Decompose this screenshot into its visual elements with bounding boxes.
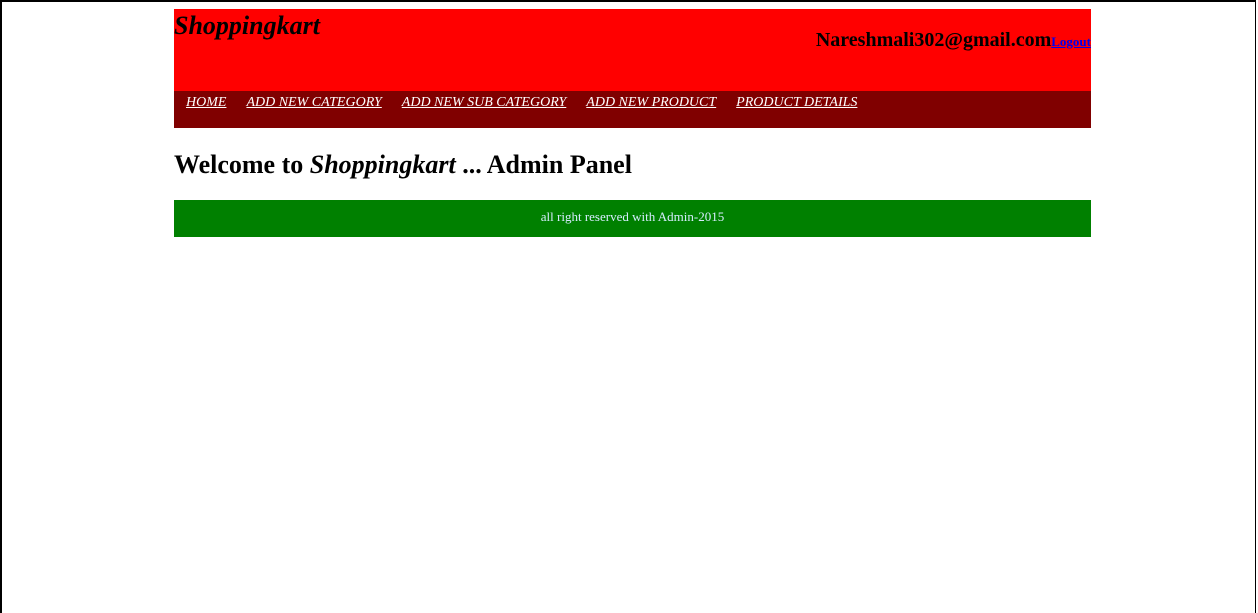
welcome-suffix: ... Admin Panel	[455, 150, 632, 179]
user-area: Nareshmali302@gmail.comLogout	[816, 29, 1091, 52]
welcome-prefix: Welcome to	[174, 150, 310, 179]
page-container: Shoppingkart Nareshmali302@gmail.comLogo…	[174, 9, 1091, 237]
site-footer: all right reserved with Admin-2015	[174, 200, 1091, 237]
nav-link-add-new-category[interactable]: ADD NEW CATEGORY	[246, 94, 381, 112]
nav-link-add-new-product[interactable]: ADD NEW PRODUCT	[586, 94, 716, 112]
nav-link-product-details[interactable]: PRODUCT DETAILS	[736, 94, 857, 112]
site-header: Shoppingkart Nareshmali302@gmail.comLogo…	[174, 9, 1091, 91]
site-brand: Shoppingkart	[174, 11, 320, 40]
welcome-heading: Welcome to Shoppingkart ... Admin Panel	[174, 150, 1091, 188]
nav-link-add-new-sub-category[interactable]: ADD NEW SUB CATEGORY	[402, 94, 567, 112]
footer-text: all right reserved with Admin-2015	[540, 209, 725, 224]
welcome-brand: Shoppingkart	[309, 150, 456, 179]
nav-link-home[interactable]: HOME	[186, 94, 226, 112]
logout-link[interactable]: Logout	[1051, 34, 1091, 49]
user-email: Nareshmali302@gmail.com	[815, 29, 1052, 51]
main-nav: HOME ADD NEW CATEGORY ADD NEW SUB CATEGO…	[174, 91, 1091, 128]
